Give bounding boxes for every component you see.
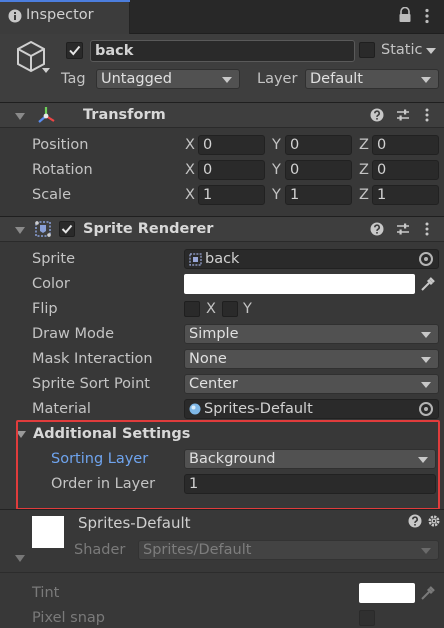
rotation-label: Rotation <box>32 162 93 178</box>
help-icon[interactable] <box>408 514 422 528</box>
shader-dropdown: Sprites/Default <box>138 540 439 560</box>
eyedropper-icon[interactable] <box>420 276 436 292</box>
mask-interaction-value: None <box>189 351 227 367</box>
gameobject-cube-icon[interactable] <box>16 40 50 76</box>
material-fold-arrow[interactable] <box>15 555 25 562</box>
shader-value: Sprites/Default <box>143 542 252 558</box>
pixel-snap-checkbox <box>359 610 375 626</box>
material-label: Material <box>32 401 91 417</box>
draw-mode-value: Simple <box>189 326 239 342</box>
highlight-box <box>16 420 440 510</box>
object-name-field[interactable]: back <box>90 40 355 62</box>
help-icon[interactable] <box>370 222 384 236</box>
material-preview[interactable] <box>32 516 64 548</box>
preset-sliders-icon[interactable] <box>396 108 410 122</box>
sprite-sort-point-value: Center <box>189 376 238 392</box>
mask-interaction-label: Mask Interaction <box>32 351 153 367</box>
static-label: Static <box>381 42 423 58</box>
position-x-axis[interactable]: X <box>185 137 195 153</box>
sprite-sort-point-label: Sprite Sort Point <box>32 376 150 392</box>
position-z-axis[interactable]: Z <box>359 137 369 153</box>
flip-x-label: X <box>206 301 216 317</box>
position-x-field[interactable]: 0 <box>198 135 265 155</box>
rotation-z-field[interactable]: 0 <box>372 160 439 180</box>
flip-x-checkbox[interactable] <box>184 301 200 317</box>
material-sphere-icon <box>189 403 201 415</box>
sprite-renderer-fold-arrow[interactable] <box>15 227 25 234</box>
gear-icon[interactable] <box>427 514 441 528</box>
scale-label: Scale <box>32 187 72 203</box>
flip-label: Flip <box>32 301 58 317</box>
position-label: Position <box>32 137 89 153</box>
transform-title: Transform <box>83 107 166 123</box>
sprite-value: back <box>205 251 240 267</box>
tag-value: Untagged <box>101 71 172 87</box>
shader-label: Shader <box>74 542 126 558</box>
material-object-field[interactable]: Sprites-Default <box>184 399 439 419</box>
static-checkbox[interactable] <box>359 42 375 58</box>
position-z-field[interactable]: 0 <box>372 135 439 155</box>
layer-value: Default <box>310 71 363 87</box>
layer-dropdown[interactable]: Default <box>305 69 439 89</box>
static-dropdown-arrow[interactable] <box>426 48 436 54</box>
material-value: Sprites-Default <box>204 401 313 417</box>
info-icon <box>8 9 22 23</box>
pixel-snap-label: Pixel snap <box>32 610 105 626</box>
scale-x-axis[interactable]: X <box>185 187 195 203</box>
sprite-object-field[interactable]: back <box>184 249 439 269</box>
lock-icon[interactable] <box>398 7 412 23</box>
position-y-field[interactable]: 0 <box>285 135 352 155</box>
rotation-y-axis[interactable]: Y <box>272 162 281 178</box>
color-label: Color <box>32 276 70 292</box>
material-name: Sprites-Default <box>78 514 191 532</box>
scale-y-axis[interactable]: Y <box>272 187 281 203</box>
more-vert-icon[interactable] <box>424 8 430 24</box>
material-props-divider <box>0 572 444 573</box>
scale-z-axis[interactable]: Z <box>359 187 369 203</box>
active-checkbox[interactable] <box>66 42 83 59</box>
sprite-sort-point-dropdown[interactable]: Center <box>184 374 439 394</box>
flip-y-label: Y <box>243 301 252 317</box>
mask-interaction-dropdown[interactable]: None <box>184 349 439 369</box>
tint-label: Tint <box>32 585 60 601</box>
draw-mode-label: Draw Mode <box>32 326 114 342</box>
flip-y-checkbox[interactable] <box>222 301 238 317</box>
color-swatch[interactable] <box>184 274 415 294</box>
tint-swatch <box>359 583 415 603</box>
layer-label: Layer <box>257 71 298 87</box>
tab-inspector[interactable]: Inspector <box>0 0 130 34</box>
tag-label: Tag <box>61 71 86 87</box>
scale-z-field[interactable]: 1 <box>372 185 439 205</box>
scale-y-field[interactable]: 1 <box>285 185 352 205</box>
sprite-renderer-icon <box>34 220 52 238</box>
preset-sliders-icon[interactable] <box>396 222 410 236</box>
sprite-renderer-enabled-checkbox[interactable] <box>59 221 75 237</box>
tag-dropdown[interactable]: Untagged <box>96 69 240 89</box>
sprite-label: Sprite <box>32 251 76 267</box>
rotation-y-field[interactable]: 0 <box>285 160 352 180</box>
transform-axis-icon <box>36 105 56 125</box>
sprite-picker-icon[interactable] <box>419 252 433 266</box>
more-vert-icon[interactable] <box>424 108 430 122</box>
more-vert-icon[interactable] <box>424 222 430 236</box>
rotation-z-axis[interactable]: Z <box>359 162 369 178</box>
sprite-asset-icon <box>189 253 202 266</box>
draw-mode-dropdown[interactable]: Simple <box>184 324 439 344</box>
tab-title: Inspector <box>26 7 94 23</box>
rotation-x-axis[interactable]: X <box>185 162 195 178</box>
help-icon[interactable] <box>370 108 384 122</box>
transform-fold-arrow[interactable] <box>15 113 25 120</box>
material-picker-icon[interactable] <box>419 402 433 416</box>
scale-x-field[interactable]: 1 <box>198 185 265 205</box>
sprite-renderer-title: Sprite Renderer <box>83 221 214 237</box>
rotation-x-field[interactable]: 0 <box>198 160 265 180</box>
eyedropper-icon <box>420 585 436 601</box>
position-y-axis[interactable]: Y <box>272 137 281 153</box>
